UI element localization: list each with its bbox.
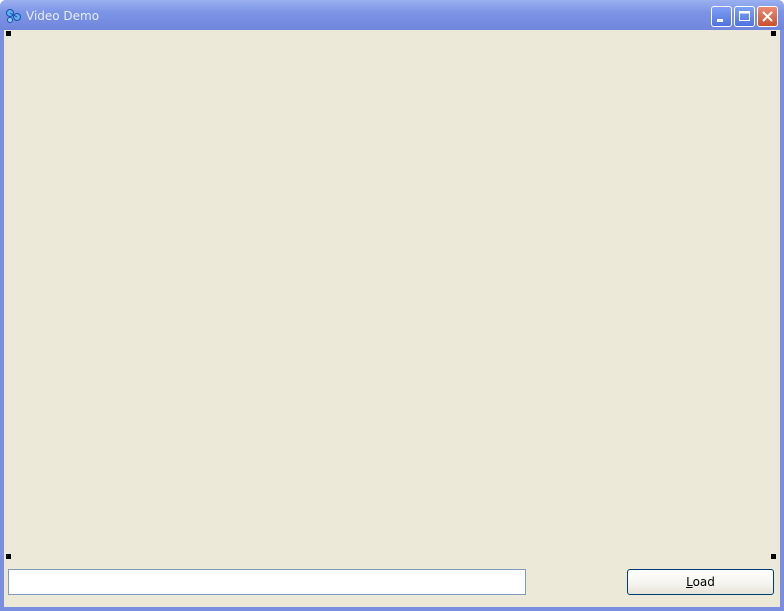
app-window: Video Demo Load (0, 0, 784, 611)
resize-handle-bottom-right[interactable] (771, 554, 776, 559)
title-bar[interactable]: Video Demo (0, 0, 784, 30)
close-button[interactable] (757, 6, 778, 27)
resize-handle-top-right[interactable] (771, 31, 776, 36)
maximize-button[interactable] (734, 6, 755, 27)
app-icon (5, 8, 23, 24)
path-input[interactable] (8, 569, 526, 595)
minimize-button[interactable] (711, 6, 732, 27)
load-button[interactable]: Load (627, 569, 774, 595)
minimize-icon (717, 19, 723, 22)
window-title: Video Demo (26, 9, 100, 23)
resize-handle-top-left[interactable] (6, 31, 11, 36)
resize-handle-bottom-left[interactable] (6, 554, 11, 559)
load-button-label: oad (692, 575, 715, 589)
maximize-icon (739, 11, 750, 21)
close-icon (762, 11, 773, 22)
client-area: Load (4, 30, 780, 607)
